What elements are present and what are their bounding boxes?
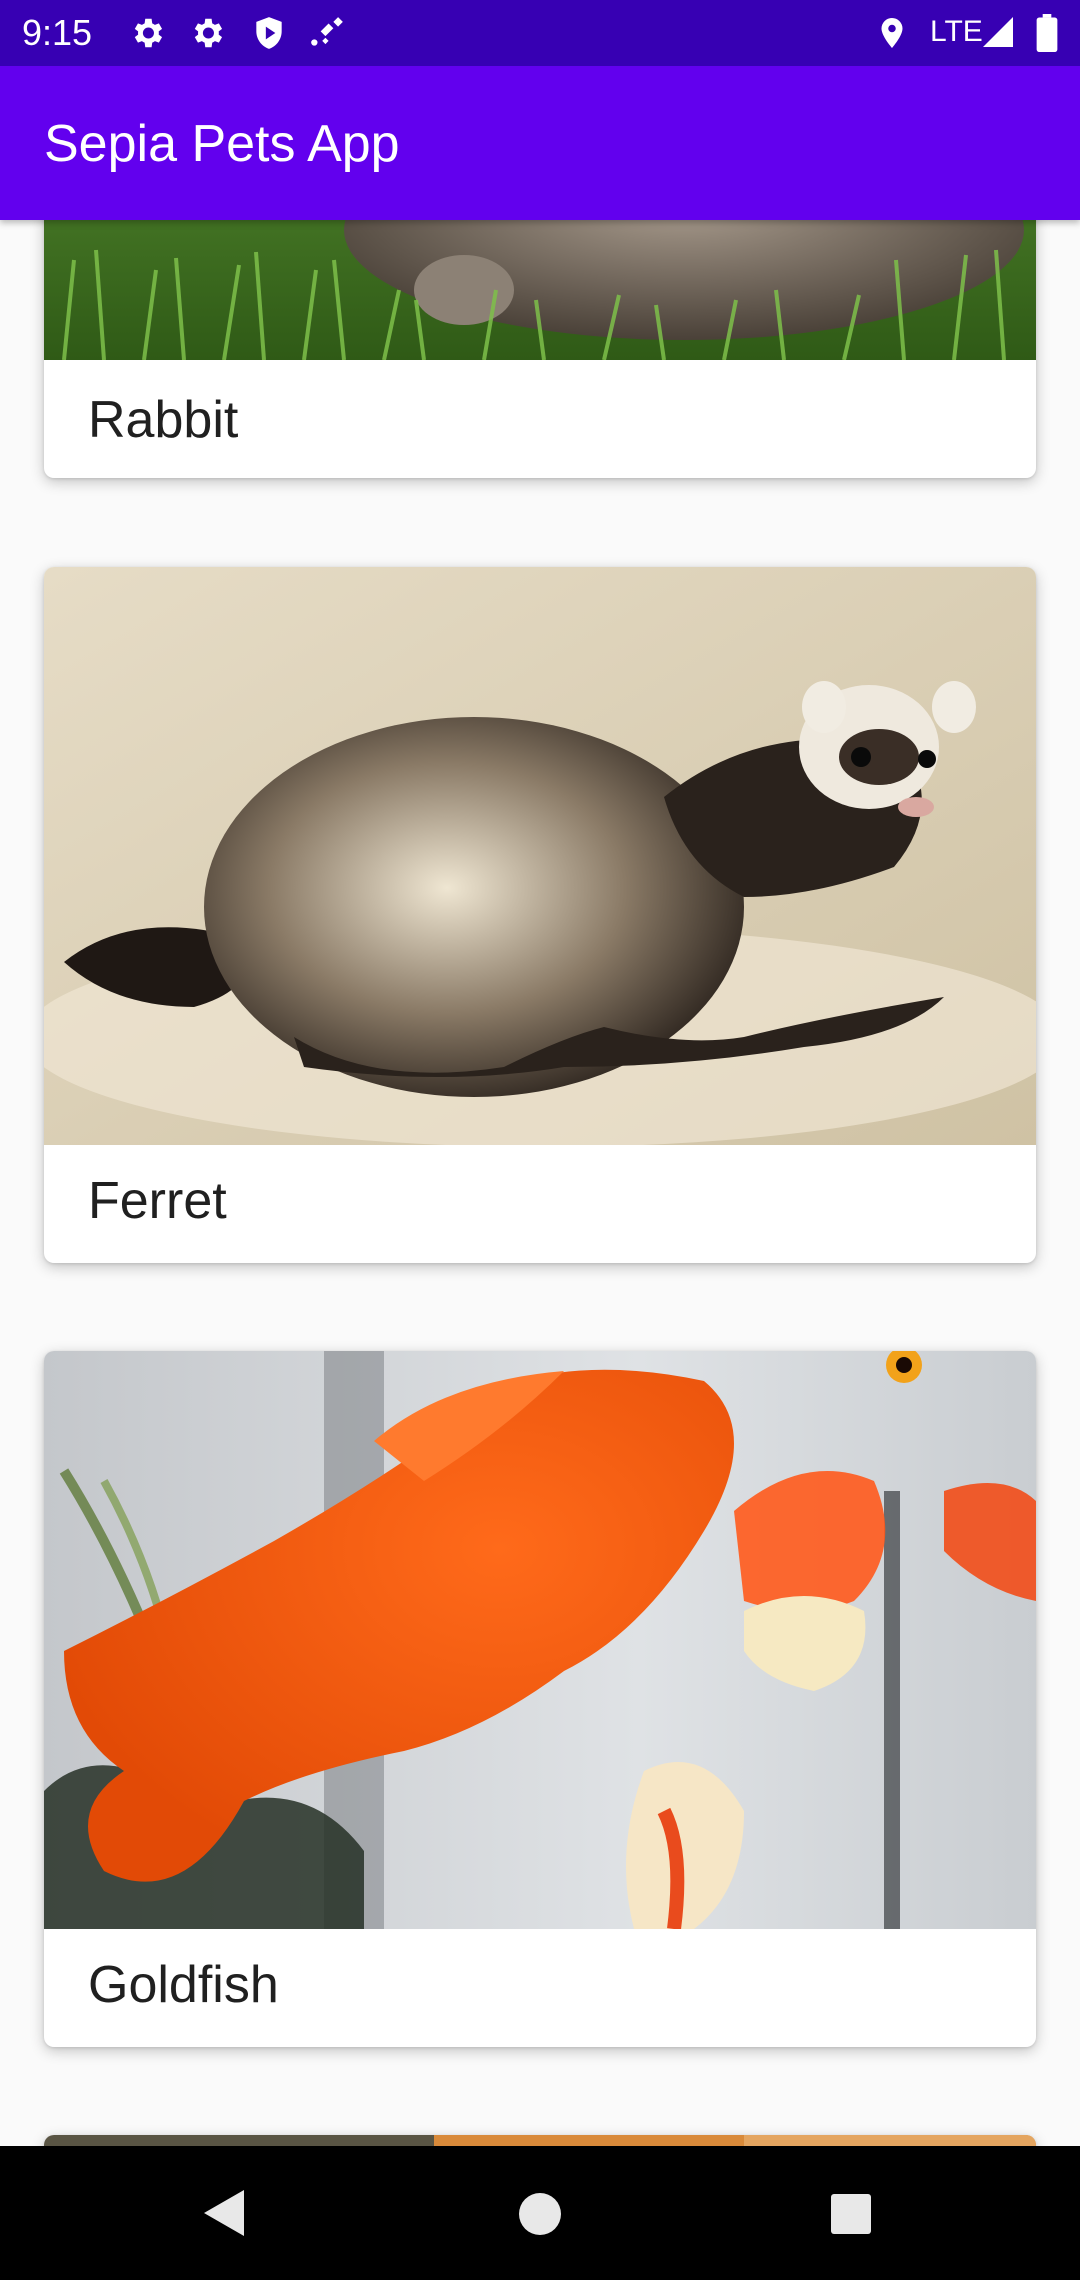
pet-card-goldfish[interactable]: Goldfish — [44, 1351, 1036, 2047]
pet-name: Ferret — [88, 1172, 227, 1230]
back-icon[interactable] — [200, 2186, 248, 2245]
screen: 9:15 LTE Sepia Pets App Rabbit Ferret Go… — [0, 0, 1080, 2280]
cast-satellite-icon — [308, 14, 346, 57]
settings-icon — [128, 14, 166, 57]
signal-icon — [980, 14, 1016, 55]
pet-list[interactable]: Rabbit Ferret Goldfish — [0, 220, 1080, 2146]
pet-card-ferret[interactable]: Ferret — [44, 567, 1036, 1263]
navigation-bar — [0, 2146, 1080, 2280]
pet-name: Rabbit — [88, 391, 239, 449]
pet-card-next[interactable] — [44, 2135, 1036, 2146]
recents-icon[interactable] — [829, 2192, 873, 2241]
network-label: LTE — [930, 15, 983, 48]
pet-card-rabbit[interactable]: Rabbit — [44, 220, 1036, 478]
settings-icon — [188, 14, 226, 57]
next-pet-image — [44, 2135, 1036, 2146]
app-title: Sepia Pets App — [44, 115, 400, 173]
rabbit-image — [44, 220, 1036, 360]
status-time: 9:15 — [22, 12, 93, 53]
app-bar: Sepia Pets App — [0, 66, 1080, 220]
ferret-image — [44, 567, 1036, 1145]
location-icon — [874, 14, 910, 57]
goldfish-image — [44, 1351, 1036, 1929]
home-icon[interactable] — [516, 2190, 564, 2243]
battery-icon — [1036, 14, 1058, 57]
status-bar: 9:15 LTE — [0, 0, 1080, 66]
pet-name: Goldfish — [88, 1956, 279, 2014]
shield-play-icon — [250, 14, 288, 57]
